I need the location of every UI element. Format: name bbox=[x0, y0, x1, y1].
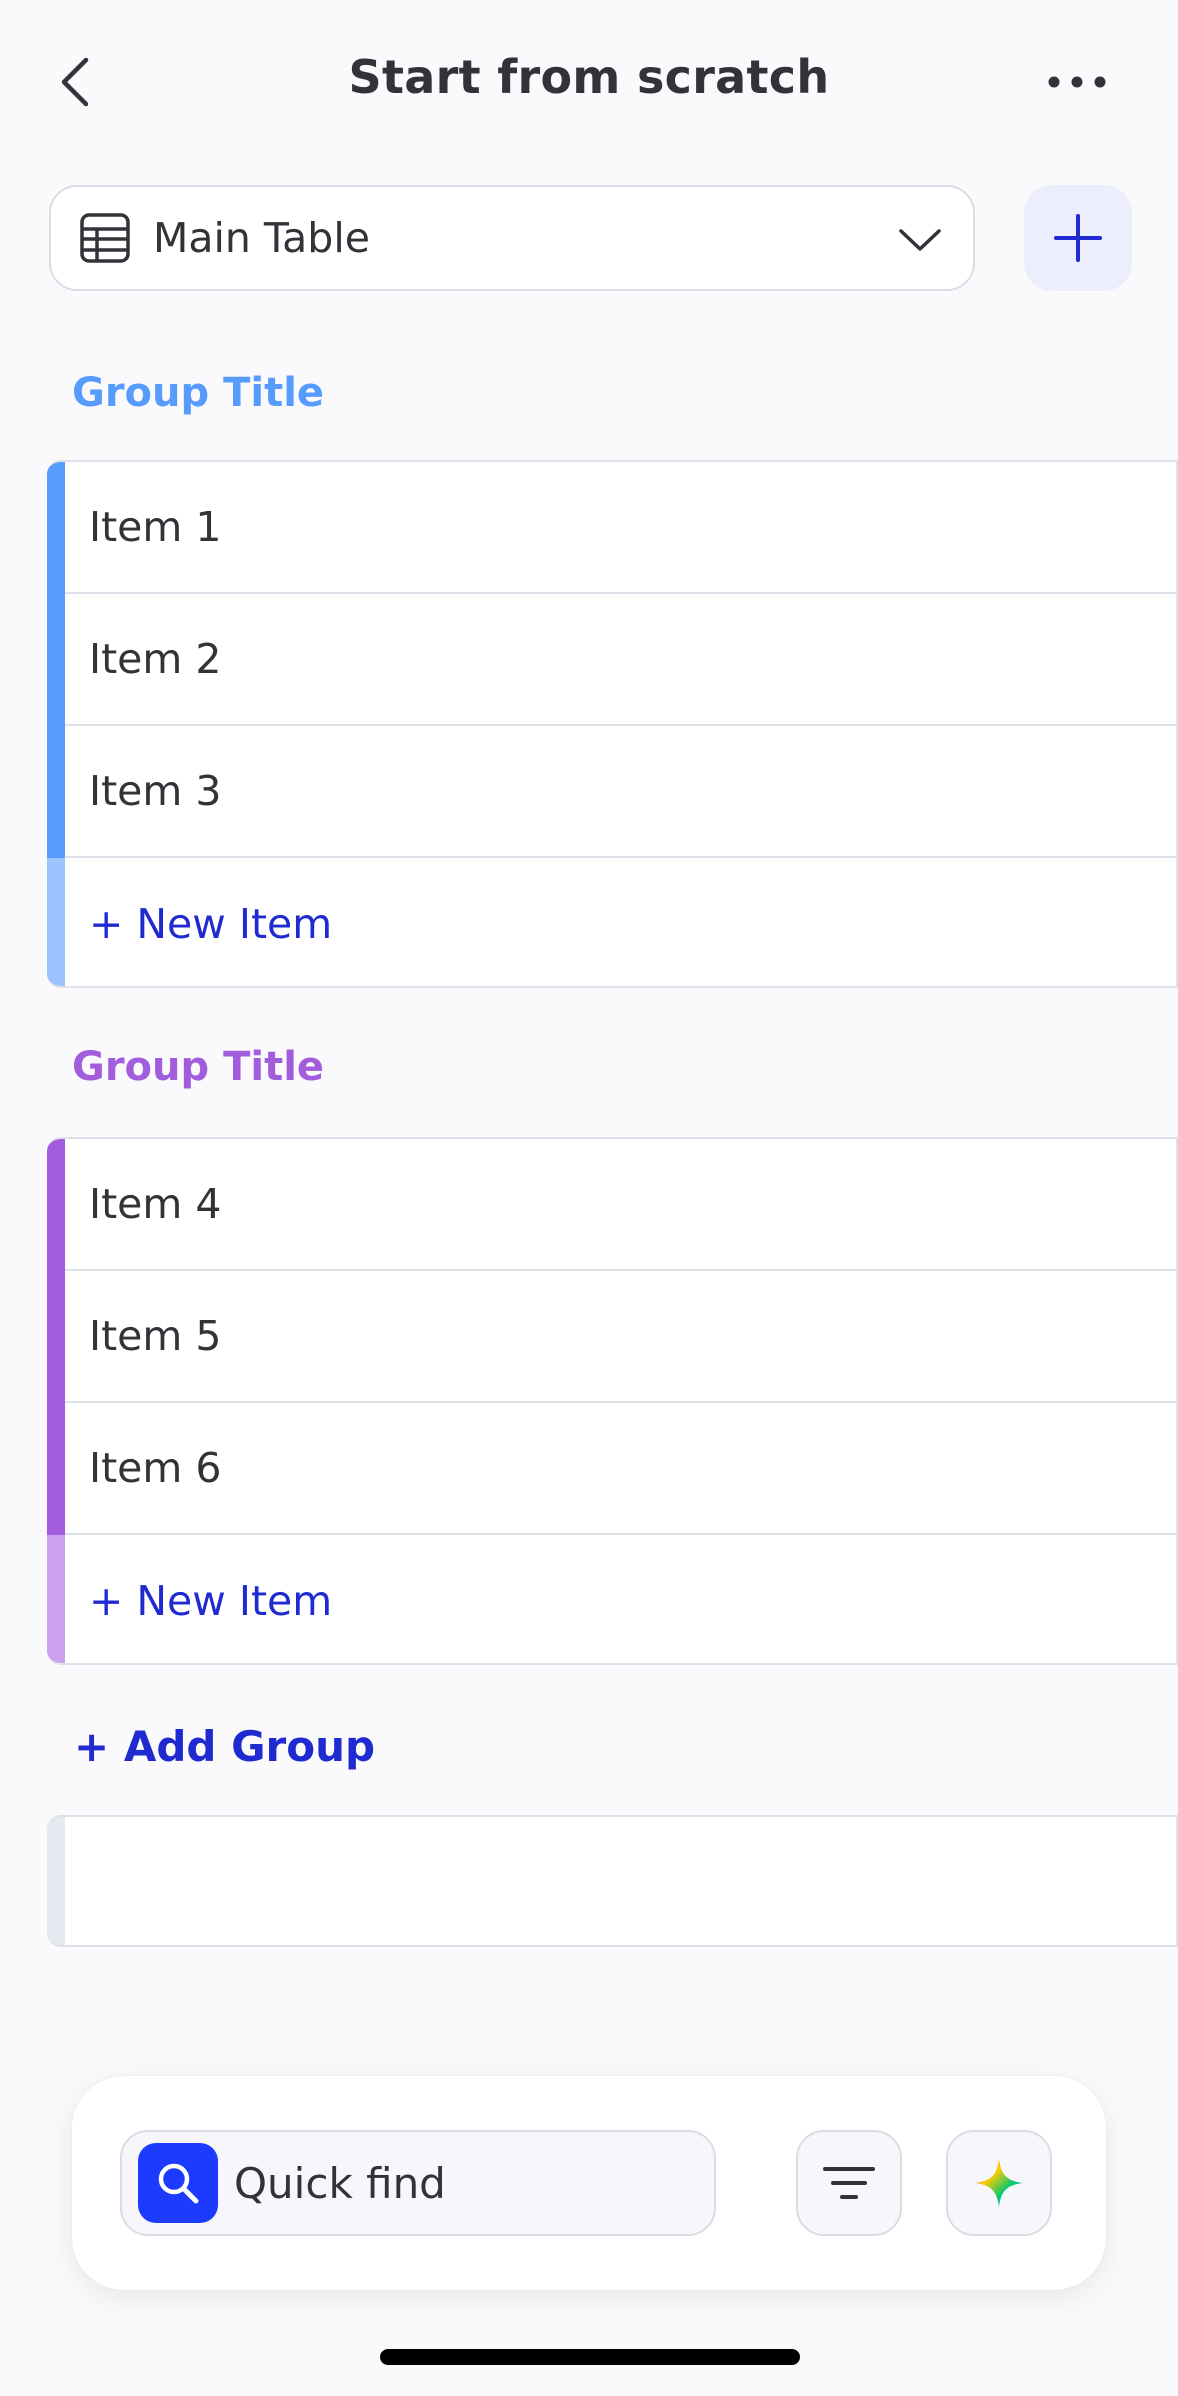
page-title: Start from scratch bbox=[348, 50, 830, 104]
more-horizontal-icon bbox=[1048, 76, 1106, 88]
table-row[interactable]: Item 3 bbox=[65, 726, 1176, 858]
group-1: Item 1 Item 2 Item 3 + New Item bbox=[47, 460, 1178, 988]
item-name: Item 5 bbox=[89, 1312, 222, 1360]
add-view-button[interactable] bbox=[1024, 185, 1132, 291]
item-name: Item 4 bbox=[89, 1180, 222, 1228]
group-title[interactable]: Group Title bbox=[72, 1044, 324, 1090]
quick-find-placeholder: Quick find bbox=[234, 2158, 446, 2208]
filter-icon bbox=[823, 2167, 875, 2199]
new-item-label: + New Item bbox=[89, 1577, 333, 1625]
chevron-left-icon bbox=[61, 57, 89, 107]
item-name: Item 3 bbox=[89, 767, 222, 815]
filter-button[interactable] bbox=[796, 2130, 902, 2236]
table-row[interactable]: Item 6 bbox=[65, 1403, 1176, 1535]
add-group-button[interactable]: + Add Group bbox=[74, 1722, 375, 1771]
group-color-bar bbox=[47, 462, 65, 858]
ai-assistant-button[interactable] bbox=[946, 2130, 1052, 2236]
home-indicator bbox=[380, 2349, 800, 2365]
board-view-selector[interactable]: Main Table bbox=[49, 185, 975, 291]
item-name: Item 1 bbox=[89, 503, 222, 551]
table-icon bbox=[80, 213, 130, 263]
table-row[interactable]: Item 4 bbox=[65, 1139, 1176, 1271]
item-name: Item 6 bbox=[89, 1444, 222, 1492]
group-color-bar-light bbox=[47, 1535, 65, 1663]
table-row[interactable]: Item 1 bbox=[65, 462, 1176, 594]
sparkle-icon bbox=[975, 2159, 1023, 2207]
board-screen: Start from scratch Main Table Group Titl… bbox=[0, 0, 1178, 2396]
group-color-bar bbox=[47, 1817, 65, 1945]
new-item-button[interactable]: + New Item bbox=[65, 858, 1176, 986]
board-view-label: Main Table bbox=[153, 214, 370, 262]
group-color-bar bbox=[47, 1139, 65, 1535]
item-name: Item 2 bbox=[89, 635, 222, 683]
new-item-button[interactable]: + New Item bbox=[65, 1535, 1176, 1663]
table-row[interactable]: Item 2 bbox=[65, 594, 1176, 726]
chevron-down-icon bbox=[899, 229, 941, 251]
search-icon bbox=[138, 2143, 218, 2223]
group-color-bar-light bbox=[47, 858, 65, 986]
group-2: Item 4 Item 5 Item 6 + New Item bbox=[47, 1137, 1178, 1665]
bottom-toolbar: Quick find bbox=[72, 2076, 1106, 2290]
table-row[interactable]: Item 5 bbox=[65, 1271, 1176, 1403]
empty-group-placeholder bbox=[47, 1815, 1178, 1947]
header: Start from scratch bbox=[0, 0, 1178, 170]
back-button[interactable] bbox=[50, 52, 100, 112]
group-title[interactable]: Group Title bbox=[72, 370, 324, 416]
new-item-label: + New Item bbox=[89, 900, 333, 948]
quick-find-input[interactable]: Quick find bbox=[120, 2130, 716, 2236]
more-options-button[interactable] bbox=[1040, 60, 1114, 104]
plus-icon bbox=[1054, 214, 1102, 262]
